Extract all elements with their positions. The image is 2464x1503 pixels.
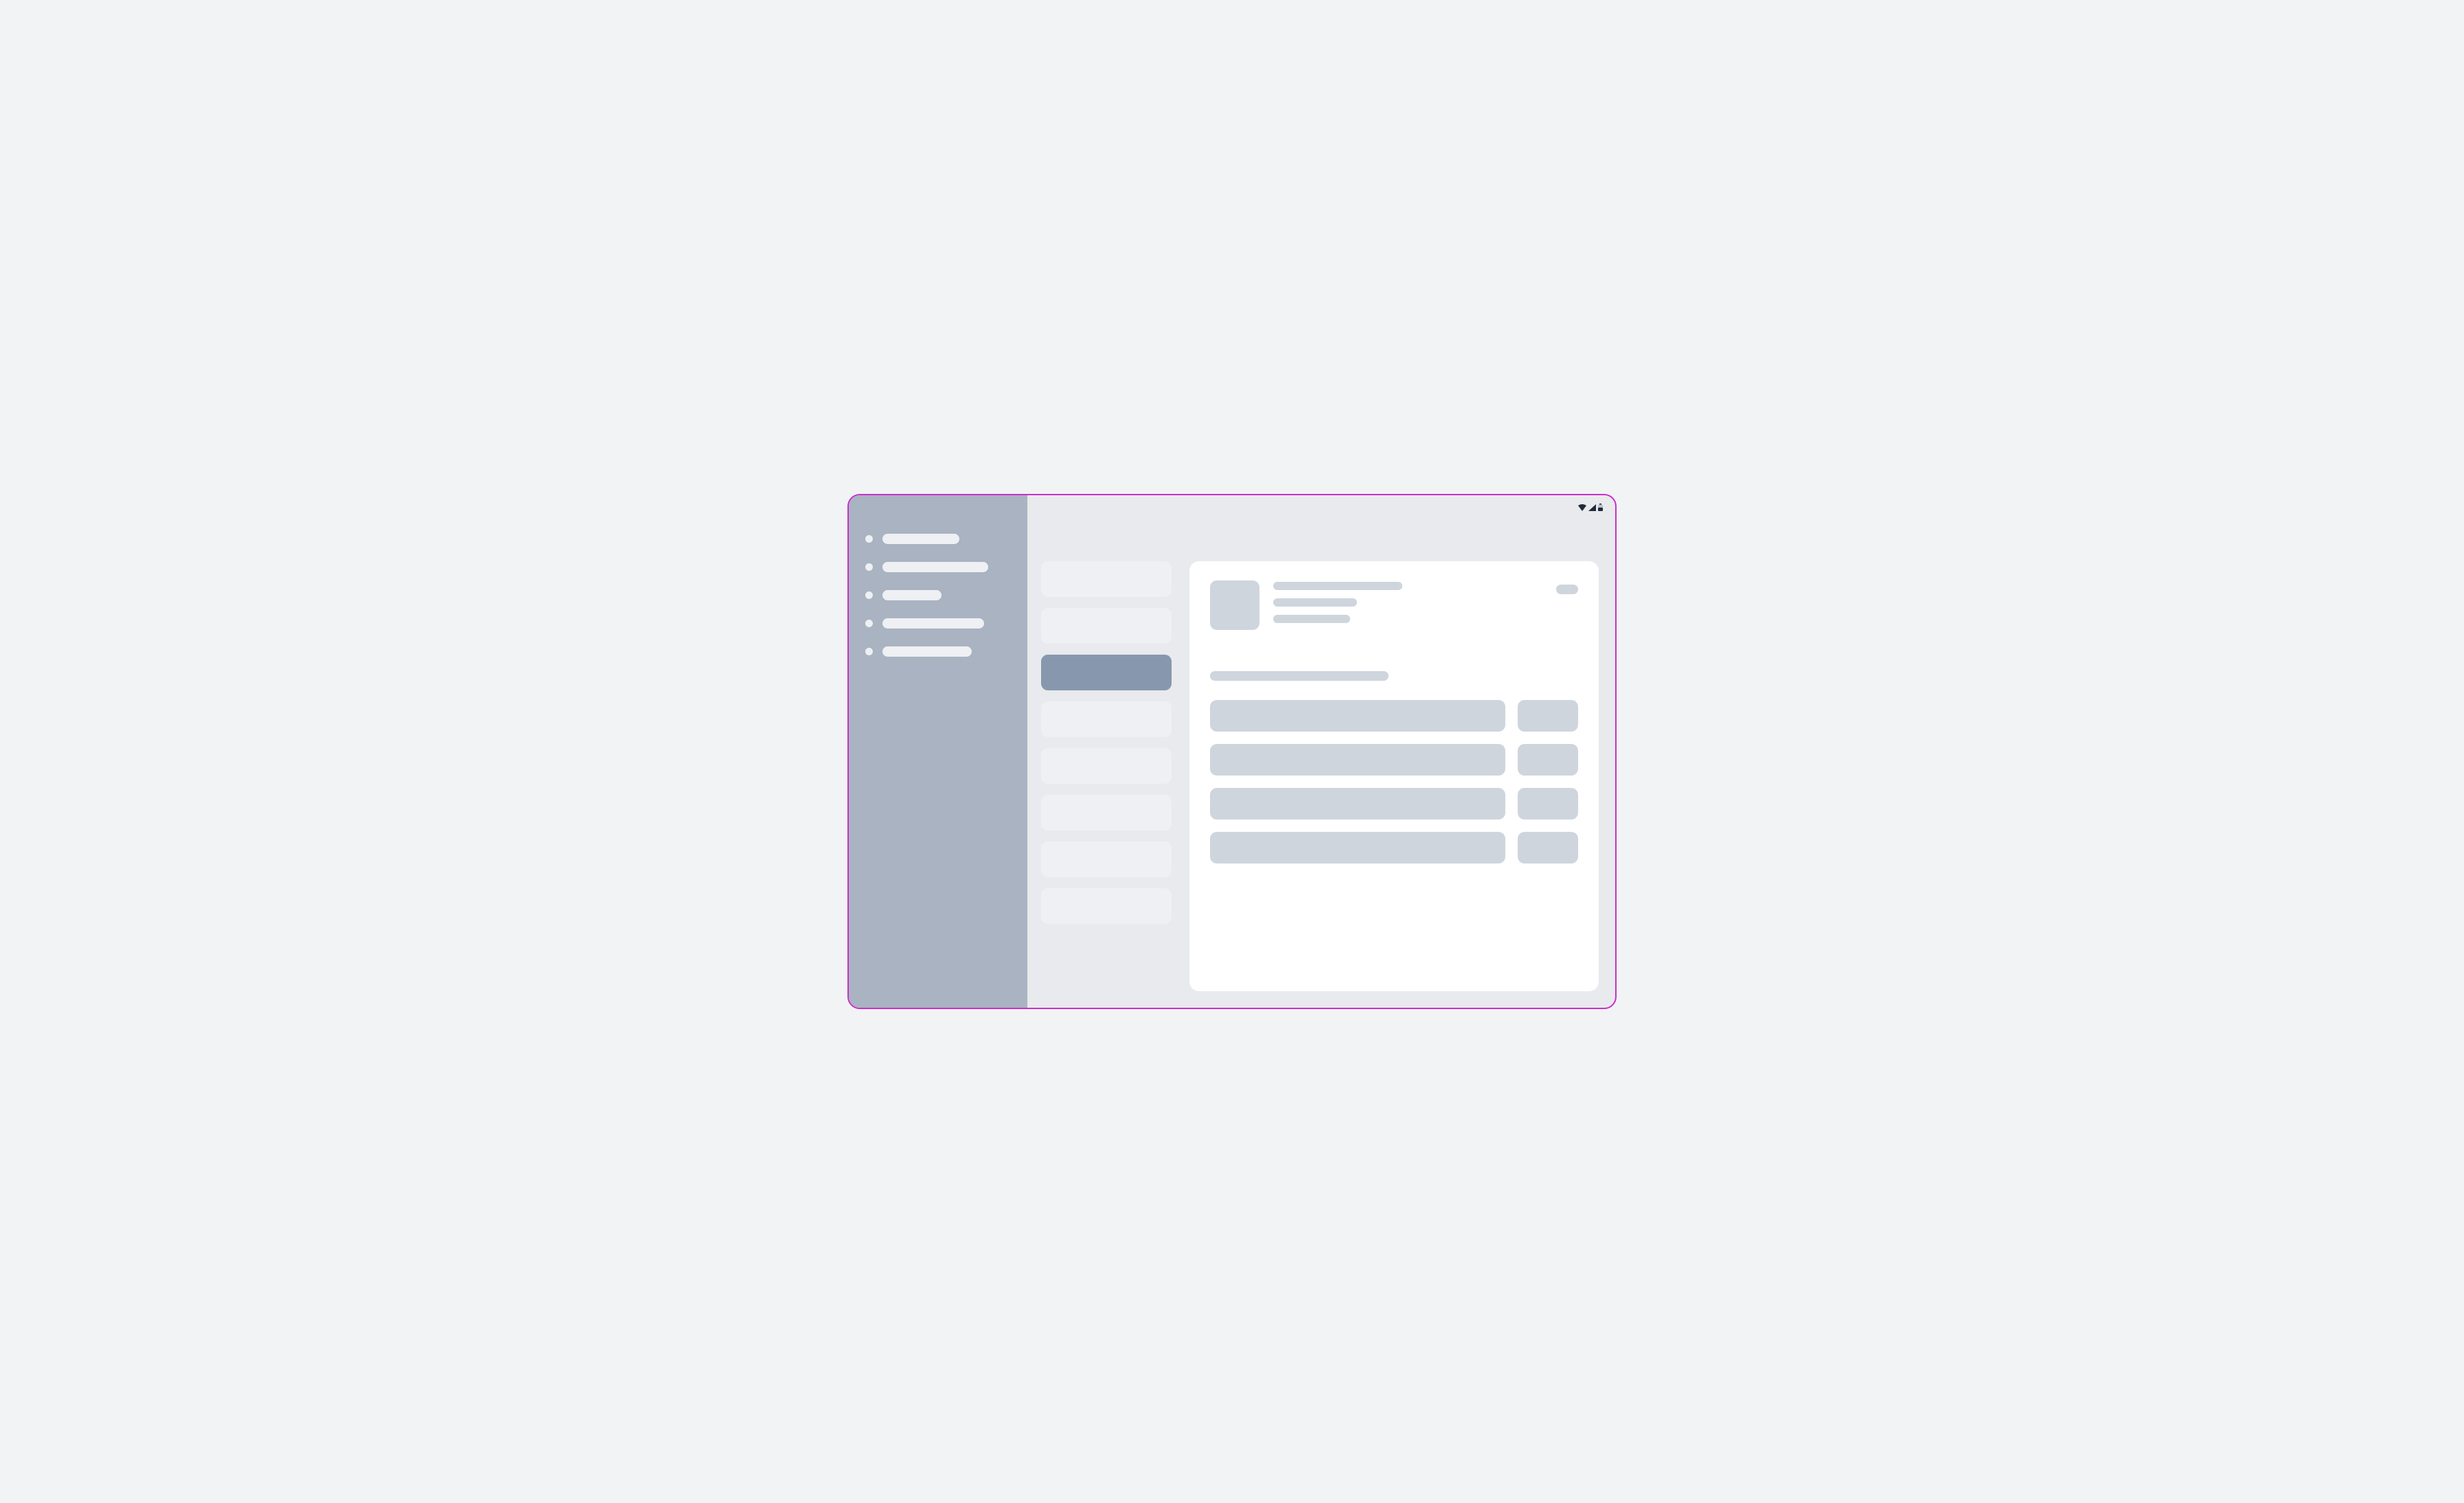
row-field[interactable] <box>1210 700 1505 732</box>
bullet-icon <box>865 648 873 655</box>
avatar <box>1210 580 1259 630</box>
row-action-button[interactable] <box>1518 700 1578 732</box>
sidebar-item-2[interactable] <box>865 590 1011 600</box>
detail-row-2 <box>1210 788 1578 820</box>
sidebar-item-label <box>882 562 988 572</box>
item-list <box>1027 495 1185 1008</box>
sidebar-item-4[interactable] <box>865 646 1011 657</box>
list-item-0[interactable] <box>1041 561 1172 597</box>
row-action-button[interactable] <box>1518 788 1578 820</box>
detail-rows <box>1210 700 1578 863</box>
list-item-5[interactable] <box>1041 795 1172 830</box>
section-title <box>1210 671 1389 681</box>
bullet-icon <box>865 620 873 627</box>
detail-card <box>1189 561 1599 991</box>
detail-row-3 <box>1210 832 1578 863</box>
list-item-6[interactable] <box>1041 841 1172 877</box>
detail-subtitle-1 <box>1273 598 1357 607</box>
status-bar <box>1578 504 1603 511</box>
detail-row-0 <box>1210 700 1578 732</box>
list-item-7[interactable] <box>1041 888 1172 924</box>
detail-row-1 <box>1210 744 1578 776</box>
list-item-3[interactable] <box>1041 701 1172 737</box>
row-field[interactable] <box>1210 744 1505 776</box>
sidebar-item-label <box>882 618 984 629</box>
bullet-icon <box>865 535 873 543</box>
list-item-2[interactable] <box>1041 655 1172 690</box>
wifi-icon <box>1578 504 1586 511</box>
sidebar <box>849 495 1027 1008</box>
battery-icon <box>1598 504 1603 511</box>
sidebar-item-3[interactable] <box>865 618 1011 629</box>
list-item-1[interactable] <box>1041 608 1172 644</box>
detail-subtitle-2 <box>1273 615 1350 623</box>
bullet-icon <box>865 563 873 571</box>
signal-icon <box>1588 504 1596 511</box>
row-field[interactable] <box>1210 788 1505 820</box>
row-action-button[interactable] <box>1518 832 1578 863</box>
detail-title <box>1273 582 1402 590</box>
bullet-icon <box>865 591 873 599</box>
detail-header <box>1210 580 1578 630</box>
list-item-4[interactable] <box>1041 748 1172 784</box>
sidebar-item-label <box>882 590 942 600</box>
sidebar-item-0[interactable] <box>865 534 1011 544</box>
row-field[interactable] <box>1210 832 1505 863</box>
app-window <box>847 494 1617 1009</box>
sidebar-item-label <box>882 534 959 544</box>
content-area <box>1185 495 1615 1008</box>
sidebar-item-label <box>882 646 972 657</box>
sidebar-item-1[interactable] <box>865 562 1011 572</box>
header-text <box>1273 580 1578 623</box>
row-action-button[interactable] <box>1518 744 1578 776</box>
status-badge <box>1556 585 1578 594</box>
